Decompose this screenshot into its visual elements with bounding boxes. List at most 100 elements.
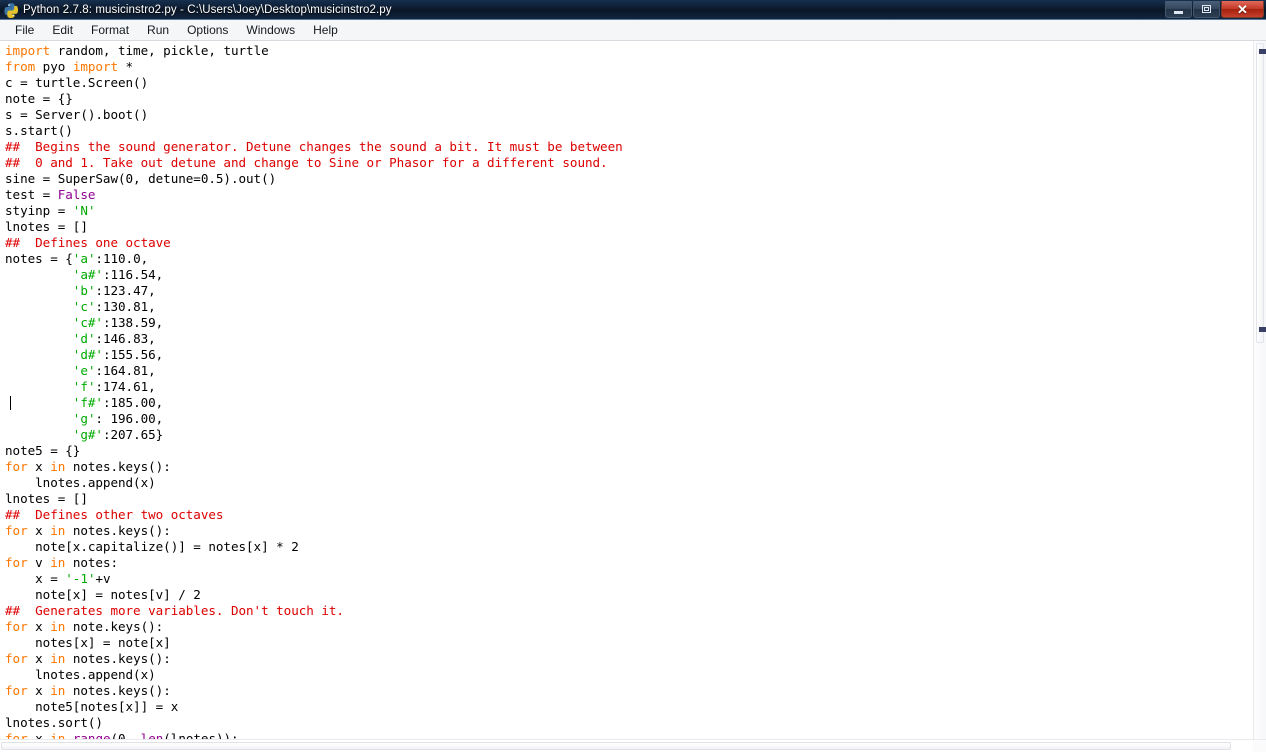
code-token: range	[72, 731, 111, 739]
code-token: s.start()	[5, 123, 73, 138]
minimize-button[interactable]	[1165, 1, 1192, 18]
code-token: random, time, pickle, turtle	[50, 43, 269, 58]
code-line[interactable]: lnotes.sort()	[5, 715, 1253, 731]
code-line[interactable]: note[x.capitalize()] = notes[x] * 2	[5, 539, 1253, 555]
code-token: 'c'	[72, 299, 96, 314]
code-line[interactable]: for x in notes.keys():	[5, 523, 1253, 539]
code-token: 'b'	[72, 283, 96, 298]
code-line[interactable]: ## 0 and 1. Take out detune and change t…	[5, 155, 1253, 171]
code-line[interactable]: lnotes.append(x)	[5, 667, 1253, 683]
code-line[interactable]: lnotes.append(x)	[5, 475, 1253, 491]
code-token: notes = {	[5, 251, 73, 266]
source-code[interactable]: import random, time, pickle, turtle from …	[0, 43, 1253, 739]
menu-item-help[interactable]: Help	[304, 21, 347, 40]
code-line[interactable]: note5[notes[x]] = x	[5, 699, 1253, 715]
code-line[interactable]: note = {}	[5, 91, 1253, 107]
code-line[interactable]: note5 = {}	[5, 443, 1253, 459]
code-line[interactable]: 'a#':116.54,	[5, 267, 1253, 283]
code-token: 'f#'	[72, 395, 103, 410]
restore-button[interactable]	[1193, 1, 1220, 18]
code-line[interactable]: lnotes = []	[5, 491, 1253, 507]
code-line[interactable]: ## Generates more variables. Don't touch…	[5, 603, 1253, 619]
code-line[interactable]: for v in notes:	[5, 555, 1253, 571]
code-line[interactable]: ## Begins the sound generator. Detune ch…	[5, 139, 1253, 155]
code-line[interactable]: x = '-1'+v	[5, 571, 1253, 587]
code-line[interactable]: 'g': 196.00,	[5, 411, 1253, 427]
code-token: notes.keys():	[65, 459, 171, 474]
code-line[interactable]: import random, time, pickle, turtle	[5, 43, 1253, 59]
code-line[interactable]: 'd':146.83,	[5, 331, 1253, 347]
menu-item-edit[interactable]: Edit	[43, 21, 82, 40]
title-bar[interactable]: Python 2.7.8: musicinstro2.py - C:\Users…	[0, 0, 1266, 20]
menu-item-windows[interactable]: Windows	[237, 21, 304, 40]
code-line[interactable]: lnotes = []	[5, 219, 1253, 235]
code-line[interactable]: for x in notes.keys():	[5, 651, 1253, 667]
code-line[interactable]: notes[x] = note[x]	[5, 635, 1253, 651]
code-token: 'g'	[72, 411, 96, 426]
code-token: for	[5, 731, 28, 739]
code-line[interactable]: 'd#':155.56,	[5, 347, 1253, 363]
vertical-scrollbar[interactable]	[1253, 41, 1266, 739]
code-line[interactable]: ## Defines one octave	[5, 235, 1253, 251]
editor-area: import random, time, pickle, turtle from …	[0, 41, 1266, 739]
code-line[interactable]: for x in range(0, len(lnotes)):	[5, 731, 1253, 739]
code-line[interactable]: 'g#':207.65}	[5, 427, 1253, 443]
code-line[interactable]: from pyo import *	[5, 59, 1253, 75]
code-line[interactable]: for x in notes.keys():	[5, 683, 1253, 699]
code-line[interactable]: for x in note.keys():	[5, 619, 1253, 635]
code-line[interactable]: sine = SuperSaw(0, detune=0.5).out()	[5, 171, 1253, 187]
code-token: note[x.capitalize()] = notes[x] * 2	[5, 539, 299, 554]
code-text-area[interactable]: import random, time, pickle, turtle from …	[0, 41, 1253, 739]
code-token: for	[5, 683, 28, 698]
menu-item-file[interactable]: File	[6, 21, 43, 40]
code-line[interactable]: s = Server().boot()	[5, 107, 1253, 123]
code-token: lnotes = []	[5, 491, 88, 506]
close-button[interactable]: ✕	[1221, 1, 1264, 18]
code-token: :207.65}	[102, 427, 164, 442]
menu-item-format[interactable]: Format	[82, 21, 138, 40]
code-token: :185.00,	[102, 395, 164, 410]
horizontal-scrollbar[interactable]	[0, 739, 1266, 752]
code-line[interactable]: 'b':123.47,	[5, 283, 1253, 299]
code-token: c = turtle.Screen()	[5, 75, 149, 90]
menu-item-options[interactable]: Options	[178, 21, 237, 40]
code-token: x =	[5, 571, 66, 586]
code-token: :146.83,	[95, 331, 156, 346]
code-line[interactable]: s.start()	[5, 123, 1253, 139]
code-line[interactable]: 'c':130.81,	[5, 299, 1253, 315]
code-line[interactable]: 'f':174.61,	[5, 379, 1253, 395]
menu-item-run[interactable]: Run	[138, 21, 178, 40]
code-line[interactable]: c = turtle.Screen()	[5, 75, 1253, 91]
code-token: styinp =	[5, 203, 73, 218]
idle-editor-window: Python 2.7.8: musicinstro2.py - C:\Users…	[0, 0, 1266, 752]
vertical-scrollbar-track[interactable]	[1254, 41, 1266, 739]
code-token: for	[5, 459, 28, 474]
horizontal-scrollbar-thumb[interactable]	[1, 742, 1231, 750]
menu-bar: File Edit Format Run Options Windows Help	[0, 20, 1266, 41]
code-line[interactable]: notes = {'a':110.0,	[5, 251, 1253, 267]
code-token: for	[5, 555, 28, 570]
code-line[interactable]: styinp = 'N'	[5, 203, 1253, 219]
code-line[interactable]: note[x] = notes[v] / 2	[5, 587, 1253, 603]
vertical-scrollbar-thumb[interactable]	[1256, 43, 1264, 343]
code-line[interactable]: 'e':164.81,	[5, 363, 1253, 379]
code-token: test =	[5, 187, 58, 202]
code-line[interactable]: ## Defines other two octaves	[5, 507, 1253, 523]
code-token: pyo	[35, 59, 73, 74]
code-token: 'd'	[72, 331, 96, 346]
code-line[interactable]: 'c#':138.59,	[5, 315, 1253, 331]
code-token: notes:	[65, 555, 119, 570]
code-token: ## Generates more variables. Don't touch…	[5, 603, 344, 618]
code-token: x	[27, 683, 51, 698]
code-line[interactable]: test = False	[5, 187, 1253, 203]
vertical-scrollbar-mark-bottom	[1259, 327, 1266, 332]
code-line[interactable]: 'f#':185.00,	[5, 395, 1253, 411]
code-line[interactable]: for x in notes.keys():	[5, 459, 1253, 475]
code-token: in	[50, 555, 66, 570]
